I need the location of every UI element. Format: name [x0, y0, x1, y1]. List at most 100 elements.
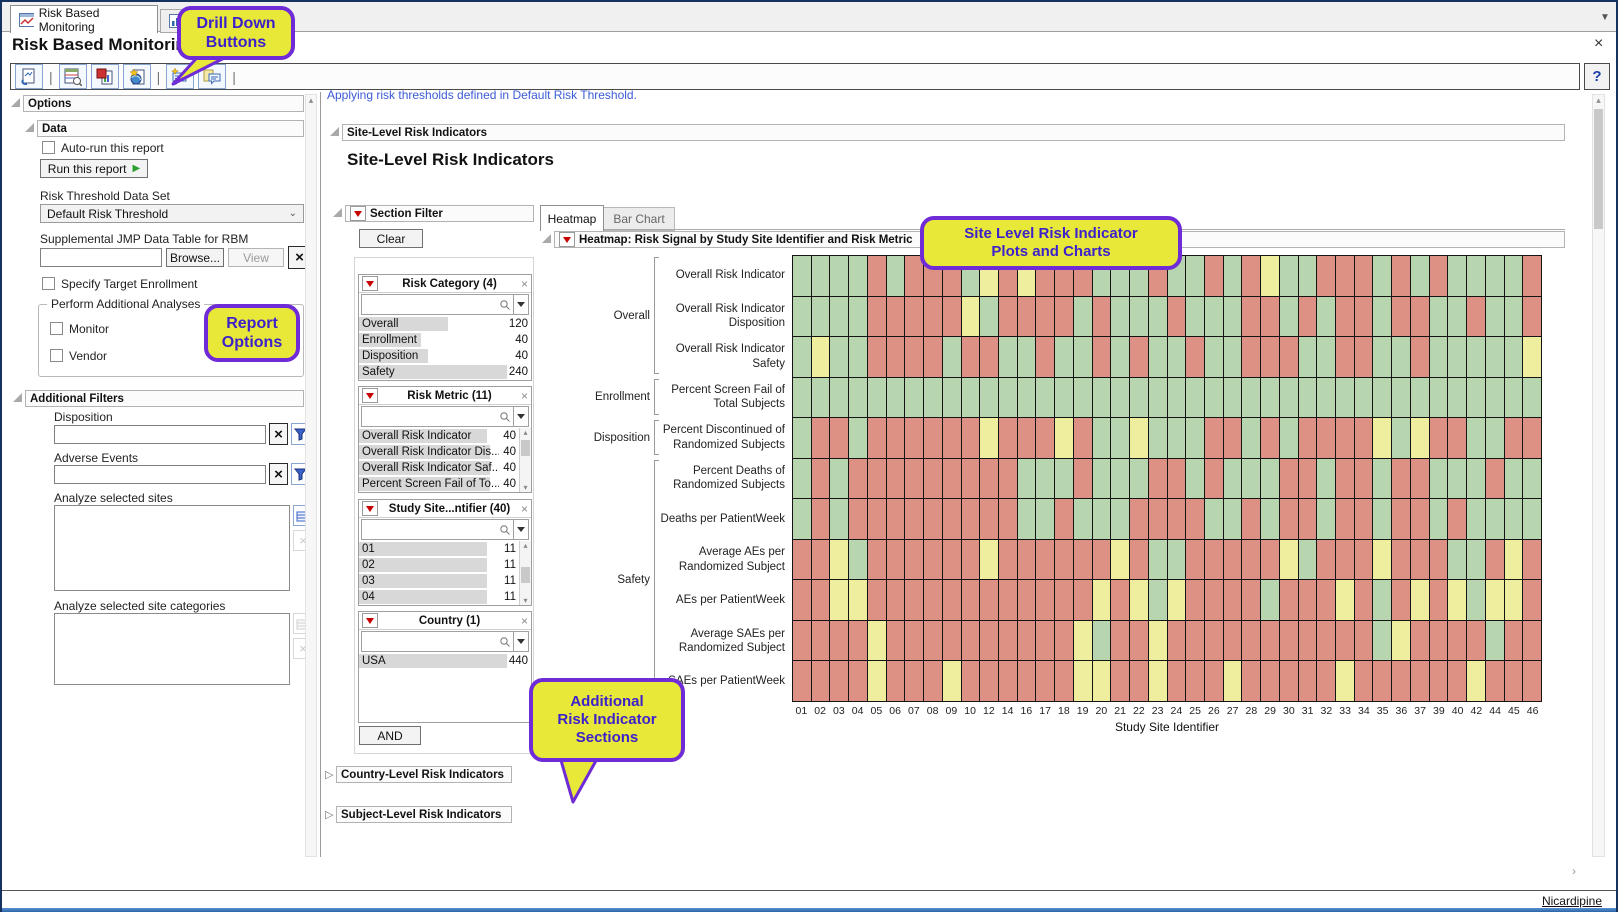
heatmap-cell[interactable] — [924, 540, 942, 580]
heatmap-cell[interactable] — [812, 661, 830, 701]
heatmap-cell[interactable] — [1018, 499, 1036, 539]
heatmap-cell[interactable] — [1486, 378, 1504, 418]
heatmap-cell[interactable] — [962, 580, 980, 620]
heatmap-cell[interactable] — [962, 297, 980, 337]
heatmap-cell[interactable] — [1467, 459, 1485, 499]
heatmap-cell[interactable] — [1186, 337, 1204, 377]
options-disclosure-icon[interactable] — [11, 98, 20, 107]
heatmap-cell[interactable] — [1074, 661, 1092, 701]
heatmap-cell[interactable] — [999, 378, 1017, 418]
heatmap-cell[interactable] — [887, 297, 905, 337]
scroll-up-icon[interactable]: ▴ — [520, 428, 531, 437]
heatmap-cell[interactable] — [849, 337, 867, 377]
heatmap-cell[interactable] — [868, 459, 886, 499]
heatmap-cell[interactable] — [905, 459, 923, 499]
heatmap-cell[interactable] — [905, 378, 923, 418]
heatmap-cell[interactable] — [849, 459, 867, 499]
heatmap-cell[interactable] — [1149, 621, 1167, 661]
heatmap-cell[interactable] — [980, 540, 998, 580]
heatmap-cell[interactable] — [830, 297, 848, 337]
heatmap-cell[interactable] — [1055, 337, 1073, 377]
heatmap-cell[interactable] — [830, 580, 848, 620]
heatmap-cell[interactable] — [924, 337, 942, 377]
heatmap-cell[interactable] — [1093, 418, 1111, 458]
heatmap-cell[interactable] — [1486, 337, 1504, 377]
heatmap-disclosure-icon[interactable] — [542, 234, 551, 243]
filter-scrollbar[interactable]: ▴▾ — [519, 428, 531, 492]
heatmap-cell[interactable] — [1392, 499, 1410, 539]
heatmap-cell[interactable] — [1523, 540, 1541, 580]
heatmap-cell[interactable] — [1111, 297, 1129, 337]
close-icon[interactable]: × — [1594, 35, 1603, 53]
heatmap-cell[interactable] — [1336, 378, 1354, 418]
heatmap-cell[interactable] — [1336, 459, 1354, 499]
heatmap-cell[interactable] — [1093, 459, 1111, 499]
heatmap-cell[interactable] — [793, 297, 811, 337]
heatmap-cell[interactable] — [1205, 621, 1223, 661]
heatmap-cell[interactable] — [1261, 256, 1279, 296]
heatmap-cell[interactable] — [868, 580, 886, 620]
heatmap-cell[interactable] — [1355, 499, 1373, 539]
heatmap-cell[interactable] — [1149, 661, 1167, 701]
heatmap-cell[interactable] — [1336, 540, 1354, 580]
heatmap-cell[interactable] — [793, 540, 811, 580]
heatmap-cell[interactable] — [1280, 337, 1298, 377]
heatmap-cell[interactable] — [1411, 580, 1429, 620]
heatmap-cell[interactable] — [1261, 661, 1279, 701]
report-icon[interactable] — [15, 64, 43, 89]
heatmap-cell[interactable] — [1486, 499, 1504, 539]
heatmap-cell[interactable] — [1355, 297, 1373, 337]
heatmap-cell[interactable] — [1205, 378, 1223, 418]
heatmap-cell[interactable] — [1505, 621, 1523, 661]
filter-row[interactable]: Enrollment40 — [359, 332, 531, 348]
heatmap-cell[interactable] — [1336, 621, 1354, 661]
heatmap-cell[interactable] — [1448, 621, 1466, 661]
heatmap-cell[interactable] — [1186, 661, 1204, 701]
heatmap-cell[interactable] — [962, 337, 980, 377]
heatmap-cell[interactable] — [830, 540, 848, 580]
heatmap-cell[interactable] — [999, 337, 1017, 377]
heatmap-cell[interactable] — [1149, 337, 1167, 377]
heatmap-cell[interactable] — [830, 661, 848, 701]
report-vscrollbar[interactable]: ▴ — [1592, 94, 1605, 857]
heatmap-cell[interactable] — [1430, 621, 1448, 661]
heatmap-cell[interactable] — [1486, 661, 1504, 701]
heatmap-cell[interactable] — [962, 378, 980, 418]
heatmap-cell[interactable] — [1242, 418, 1260, 458]
heatmap-cell[interactable] — [1467, 256, 1485, 296]
heatmap-cell[interactable] — [1336, 297, 1354, 337]
red-triangle-menu-icon[interactable] — [362, 613, 378, 628]
heatmap-cell[interactable] — [1411, 297, 1429, 337]
filter-row[interactable]: Overall Risk Indicator40 — [359, 428, 519, 444]
heatmap-cell[interactable] — [1523, 499, 1541, 539]
heatmap-cell[interactable] — [1093, 378, 1111, 418]
heatmap-cell[interactable] — [887, 256, 905, 296]
hscroll-right-icon[interactable]: › — [1572, 864, 1576, 878]
heatmap-cell[interactable] — [1242, 540, 1260, 580]
heatmap-cell[interactable] — [1523, 418, 1541, 458]
heatmap-cell[interactable] — [1373, 661, 1391, 701]
heatmap-cell[interactable] — [1373, 499, 1391, 539]
heatmap-cell[interactable] — [1448, 499, 1466, 539]
heatmap-cell[interactable] — [830, 459, 848, 499]
heatmap-cell[interactable] — [905, 540, 923, 580]
heatmap-cell[interactable] — [1467, 621, 1485, 661]
heatmap-cell[interactable] — [924, 459, 942, 499]
heatmap-cell[interactable] — [1355, 459, 1373, 499]
heatmap-cell[interactable] — [793, 337, 811, 377]
heatmap-cell[interactable] — [868, 661, 886, 701]
heatmap-cell[interactable] — [1299, 297, 1317, 337]
section-filter-header[interactable]: Section Filter — [345, 205, 534, 222]
heatmap-cell[interactable] — [905, 621, 923, 661]
heatmap-cell[interactable] — [1186, 297, 1204, 337]
data-section-header[interactable]: Data — [37, 120, 304, 137]
heatmap-cell[interactable] — [1261, 418, 1279, 458]
heatmap-cell[interactable] — [1168, 621, 1186, 661]
heatmap-cell[interactable] — [1280, 580, 1298, 620]
browse-button[interactable]: Browse... — [166, 248, 224, 267]
heatmap-cell[interactable] — [1055, 459, 1073, 499]
heatmap-cell[interactable] — [1280, 661, 1298, 701]
heatmap-cell[interactable] — [1186, 499, 1204, 539]
heatmap-cell[interactable] — [1392, 337, 1410, 377]
heatmap-cell[interactable] — [1149, 499, 1167, 539]
